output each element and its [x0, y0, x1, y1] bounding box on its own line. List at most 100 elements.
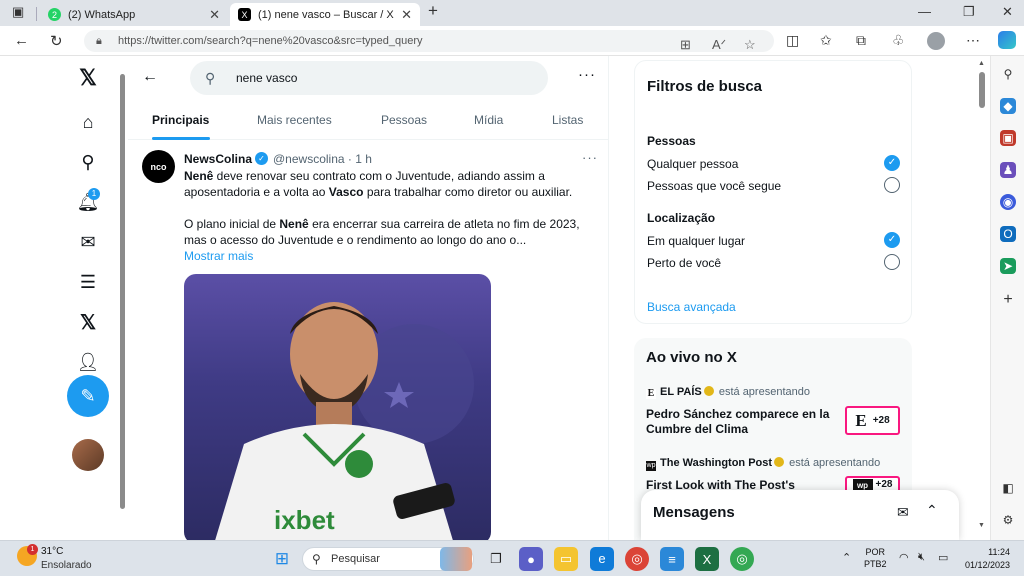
edge-drop-icon[interactable]: ➤	[1000, 258, 1016, 274]
page-scrollbar-thumb[interactable]	[979, 72, 985, 108]
home-icon[interactable]: ⌂	[74, 108, 102, 136]
minimize-icon[interactable]: —	[918, 4, 931, 19]
left-scrollbar-thumb[interactable]	[120, 74, 125, 509]
radio-anywhere-checked-icon[interactable]: ✓	[884, 232, 900, 248]
radio-people-you-follow[interactable]	[884, 177, 900, 193]
tab-principais[interactable]: Principais	[152, 113, 209, 127]
wifi-icon[interactable]: ◠	[899, 551, 909, 564]
address-bar[interactable]: 🔒︎ https://twitter.com/search?q=nene%20v…	[84, 30, 774, 52]
search-more-icon[interactable]: ···	[578, 66, 596, 83]
close-tab-icon[interactable]: ✕	[209, 7, 220, 23]
notepad-icon[interactable]: ≡	[660, 547, 684, 571]
live-item-title-1[interactable]: Pedro Sánchez comparece en la Cumbre del…	[646, 407, 841, 437]
radio-any-person-checked-icon[interactable]: ✓	[884, 155, 900, 171]
search-highlight-icon[interactable]	[440, 547, 472, 571]
tab-separator	[36, 7, 37, 21]
option-near-you[interactable]: Perto de você	[647, 256, 721, 270]
x-logo-icon[interactable]: 𝕏	[74, 64, 102, 92]
windows-start-icon[interactable]: ⊞	[270, 547, 294, 571]
edge-outlook-icon[interactable]: O	[1000, 226, 1016, 242]
tab-listas[interactable]: Listas	[552, 113, 583, 127]
edge-shopping-icon[interactable]: ◆	[1000, 98, 1016, 114]
option-anywhere[interactable]: Em qualquer lugar	[647, 234, 745, 248]
edge-tools-icon[interactable]: ▣	[1000, 130, 1016, 146]
show-more-link[interactable]: Mostrar mais	[184, 249, 253, 263]
live-source-1[interactable]: E EL PAÍS está apresentando	[646, 386, 810, 399]
premium-x-icon[interactable]: 𝕏	[74, 308, 102, 336]
favorites-icon[interactable]: ✩	[820, 32, 832, 49]
page-scrollbar[interactable]: ▲ ▼	[976, 60, 988, 534]
lists-icon[interactable]: ☰	[74, 268, 102, 296]
close-tab-icon[interactable]: ✕	[401, 7, 412, 23]
read-aloud-icon[interactable]: Aᐟ	[712, 34, 726, 56]
tab-actions-icon[interactable]: ▣	[12, 4, 24, 20]
weather-temperature[interactable]: 31°C	[41, 546, 63, 557]
weather-badge: 1	[27, 544, 38, 555]
windows-taskbar: 1 31°C Ensolarado ⊞ ⚲ Pesquisar ❐ ● ▭ e …	[0, 540, 1024, 576]
messages-drawer[interactable]: Mensagens ✉ ⌃	[641, 490, 959, 540]
maximize-icon[interactable]: ❐	[963, 4, 975, 20]
tab-x-search[interactable]: X (1) nene vasco – Buscar / X ✕	[230, 3, 420, 26]
tab-whatsapp[interactable]: 2 (2) WhatsApp ✕	[40, 3, 228, 26]
back-icon[interactable]: ←	[14, 32, 29, 49]
apps-icon[interactable]: ⊞	[680, 34, 691, 56]
volume-muted-icon[interactable]: 🔇︎	[918, 551, 925, 564]
reload-icon[interactable]: ↻	[50, 32, 63, 50]
chrome-icon[interactable]: ◎	[625, 547, 649, 571]
explore-search-icon[interactable]: ⚲	[74, 148, 102, 176]
option-any-person[interactable]: Qualquer pessoa	[647, 157, 738, 171]
close-window-icon[interactable]: ✕	[1002, 4, 1013, 20]
live-source-2[interactable]: wp The Washington Post está apresentando	[646, 457, 880, 471]
tab-midia[interactable]: Mídia	[474, 113, 503, 127]
file-explorer-icon[interactable]: ▭	[554, 547, 578, 571]
edge-search-icon[interactable]: ⚲	[1000, 66, 1016, 82]
compose-post-button[interactable]: ✎	[67, 375, 109, 417]
favorite-star-icon[interactable]: ☆	[744, 34, 756, 56]
edge-games-icon[interactable]: ♟	[1000, 162, 1016, 178]
collections-icon[interactable]: ⧉	[856, 32, 866, 49]
messages-mail-icon[interactable]: ✉	[74, 228, 102, 256]
extensions-icon[interactable]: ♧	[892, 32, 905, 49]
weather-description[interactable]: Ensolarado	[41, 560, 92, 571]
split-screen-icon[interactable]: ◫	[786, 32, 799, 49]
radio-near-you[interactable]	[884, 254, 900, 270]
new-tab-button[interactable]: +	[428, 1, 438, 21]
edge-m365-icon[interactable]: ◉	[1000, 194, 1016, 210]
clock-date: 01/12/2023	[964, 560, 1010, 570]
copilot-icon[interactable]	[998, 31, 1016, 49]
search-input[interactable]: ⚲ nene vasco	[190, 61, 548, 95]
option-people-you-follow[interactable]: Pessoas que você segue	[647, 179, 781, 193]
task-view-icon[interactable]: ❐	[484, 547, 508, 571]
back-arrow-icon[interactable]: ←	[142, 68, 158, 86]
language-indicator[interactable]: POR PTB2	[864, 546, 887, 570]
teams-chat-icon[interactable]: ●	[519, 547, 543, 571]
expand-up-icon[interactable]: ⌃	[926, 502, 938, 519]
clock[interactable]: 11:24 01/12/2023	[962, 546, 1010, 572]
scroll-down-icon[interactable]: ▼	[978, 522, 985, 529]
tweet-author-avatar[interactable]: nco	[142, 150, 175, 183]
live-source-name: The Washington Post	[660, 457, 773, 469]
tab-pessoas[interactable]: Pessoas	[381, 113, 427, 127]
live-participants-badge-1[interactable]: E +28	[845, 406, 900, 435]
settings-more-icon[interactable]: ⋯	[966, 32, 980, 49]
tweet-photo[interactable]: ixbet	[184, 274, 491, 540]
account-avatar[interactable]	[72, 439, 104, 471]
new-message-icon[interactable]: ✉	[897, 504, 909, 521]
edge-add-icon[interactable]: +	[1000, 292, 1016, 308]
tweet-author-name[interactable]: NewsColina	[184, 152, 252, 166]
tweet-more-icon[interactable]: ···	[582, 150, 598, 165]
tab-mais-recentes[interactable]: Mais recentes	[257, 113, 332, 127]
chrome-profile-icon[interactable]: ◎	[730, 547, 754, 571]
profile-person-icon[interactable]: 👤︎	[74, 348, 102, 376]
profile-icon[interactable]	[927, 32, 945, 50]
tray-chevron-icon[interactable]: ⌃	[842, 551, 851, 564]
scroll-up-icon[interactable]: ▲	[978, 60, 985, 67]
tweet-keyword: Nenê	[279, 217, 309, 231]
advanced-search-link[interactable]: Busca avançada	[647, 300, 736, 314]
left-scrollbar[interactable]	[120, 72, 126, 522]
battery-icon[interactable]: ▭	[938, 551, 948, 564]
edge-settings-gear-icon[interactable]: ⚙	[1000, 512, 1016, 528]
edge-hide-sidebar-icon[interactable]: ◧	[1000, 480, 1016, 496]
edge-browser-icon[interactable]: e	[590, 547, 614, 571]
excel-icon[interactable]: X	[695, 547, 719, 571]
